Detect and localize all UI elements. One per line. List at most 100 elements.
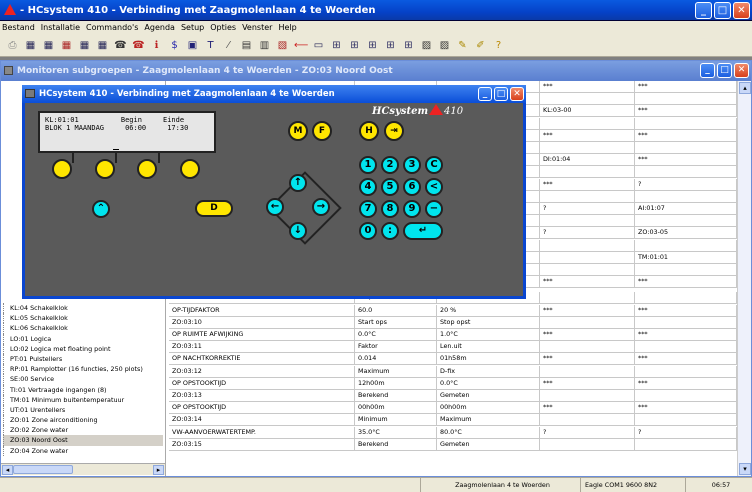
remote-close-button[interactable]: ✕: [510, 87, 524, 101]
table-icon[interactable]: ▤: [240, 39, 253, 52]
close-button[interactable]: ✕: [733, 2, 750, 19]
scroll-up-icon[interactable]: ▴: [739, 82, 751, 94]
tree-item[interactable]: ZO:03 Noord Oost: [3, 435, 163, 446]
enter-arrow-button[interactable]: ⇥: [384, 121, 404, 141]
tree4-icon[interactable]: ⊞: [384, 39, 397, 52]
key-5-button[interactable]: 5: [381, 178, 399, 196]
arrow-down-button[interactable]: ↓: [289, 222, 307, 240]
table-row[interactable]: OP OPSTOOKTIJD 12h00m 0.0°C *** ***: [169, 377, 737, 390]
tree3-icon[interactable]: ⊞: [366, 39, 379, 52]
menu-installatie[interactable]: Installatie: [41, 21, 80, 35]
tree-item[interactable]: ZO:01 Zone airconditioning: [3, 415, 163, 426]
arrow-up-button[interactable]: ↑: [289, 174, 307, 192]
menu-venster[interactable]: Venster: [242, 21, 272, 35]
grid4-icon[interactable]: ▦: [78, 39, 91, 52]
softkey-3-button[interactable]: [137, 159, 157, 179]
phone-icon[interactable]: ☎: [114, 39, 127, 52]
grid2-icon[interactable]: ▦: [42, 39, 55, 52]
softkey-2-button[interactable]: [95, 159, 115, 179]
pencil-icon[interactable]: ✐: [474, 39, 487, 52]
text-icon[interactable]: T: [204, 39, 217, 52]
key-8-button[interactable]: 8: [381, 200, 399, 218]
maximize-button[interactable]: □: [714, 2, 731, 19]
m-button[interactable]: M: [288, 121, 308, 141]
tree-item[interactable]: ZO:04 Zone water: [3, 445, 163, 456]
key-1-button[interactable]: 1: [359, 156, 377, 174]
table-row[interactable]: OP RUIMTE AFWIJKING 0.0°C 1.0°C *** ***: [169, 329, 737, 341]
child-close-button[interactable]: ✕: [734, 63, 749, 78]
disk-icon[interactable]: ▥: [258, 39, 271, 52]
chart-icon[interactable]: ▧: [276, 39, 289, 52]
f-button[interactable]: F: [312, 121, 332, 141]
key-0-button[interactable]: 0: [359, 222, 377, 240]
horizontal-scrollbar[interactable]: ◂ ▸: [1, 463, 165, 475]
tree-item[interactable]: PT:01 Pulstellers: [3, 353, 163, 365]
table-row[interactable]: ZO:03:14 Minimum Maximum: [169, 414, 737, 427]
tools-icon[interactable]: ▨: [420, 39, 433, 52]
tree-item[interactable]: KL:05 Schakelklok: [3, 313, 163, 324]
key-3-button[interactable]: 3: [403, 156, 421, 174]
tree-item[interactable]: KL:06 Schakelklok: [3, 323, 163, 334]
key-minus-button[interactable]: −: [425, 200, 443, 218]
tree-item[interactable]: LO:02 Logica met floating point: [3, 343, 163, 354]
scroll-down-icon[interactable]: ▾: [739, 463, 751, 475]
grid5-icon[interactable]: ▦: [96, 39, 109, 52]
scroll-thumb[interactable]: [13, 465, 73, 474]
key-6-button[interactable]: 6: [403, 178, 421, 196]
tree-item[interactable]: LO:01 Logica: [3, 333, 163, 344]
grid3-icon[interactable]: ▦: [60, 39, 73, 52]
child-minimize-button[interactable]: _: [700, 63, 715, 78]
key-9-button[interactable]: 9: [403, 200, 421, 218]
arrow-left-button[interactable]: ←: [266, 198, 284, 216]
tree-item[interactable]: SE:00 Service: [3, 374, 163, 385]
h-button[interactable]: H: [359, 121, 379, 141]
remote-minimize-button[interactable]: _: [478, 87, 492, 101]
tools2-icon[interactable]: ▨: [438, 39, 451, 52]
menu-help[interactable]: Help: [278, 21, 296, 35]
scroll-left-icon[interactable]: ◂: [2, 465, 13, 475]
table-row[interactable]: ZO:03:11 Faktor Len.uit: [169, 341, 737, 354]
pen-icon[interactable]: ⁄: [222, 39, 235, 52]
table-row[interactable]: OP NACHTKORREKTIE 0.014 01h58m *** ***: [169, 353, 737, 366]
tree-icon[interactable]: ⊞: [330, 39, 343, 52]
gear-icon[interactable]: ✎: [456, 39, 469, 52]
back-icon[interactable]: ⟵: [294, 39, 308, 52]
menu-bestand[interactable]: Bestand: [2, 21, 35, 35]
key-7-button[interactable]: 7: [359, 200, 377, 218]
key-c-button[interactable]: C: [425, 156, 443, 174]
phone2-icon[interactable]: ☎: [132, 39, 145, 52]
window-icon[interactable]: ▣: [186, 39, 199, 52]
vertical-scrollbar[interactable]: ▴ ▾: [737, 81, 751, 476]
key-less-than-button[interactable]: <: [425, 178, 443, 196]
grid-icon[interactable]: ▦: [24, 39, 37, 52]
tree-item[interactable]: TM:01 Minimum buitentemperatuur: [3, 394, 163, 405]
menu-agenda[interactable]: Agenda: [144, 21, 175, 35]
key-colon-button[interactable]: :: [381, 222, 399, 240]
tree-item[interactable]: KL:04 Schakelklok: [3, 303, 163, 314]
menu-setup[interactable]: Setup: [181, 21, 204, 35]
table-row[interactable]: ZO:03:12 Maximum D-fix: [169, 365, 737, 378]
dollar-icon[interactable]: $: [168, 39, 181, 52]
table-row[interactable]: OP-TIJDFAKTOR 60.0 20 % *** ***: [169, 304, 737, 317]
softkey-4-button[interactable]: [180, 159, 200, 179]
table-row[interactable]: ZO:03:10 Start ops Stop opst: [169, 316, 737, 329]
print-icon[interactable]: ⎙: [6, 39, 19, 52]
remote-maximize-button[interactable]: □: [494, 87, 508, 101]
up-arrow-button[interactable]: ⌃: [92, 200, 110, 218]
tree-item[interactable]: TI:01 Vertraagde ingangen (8): [3, 384, 163, 395]
softkey-1-button[interactable]: [52, 159, 72, 179]
arrow-right-button[interactable]: →: [312, 198, 330, 216]
help-icon[interactable]: ?: [492, 39, 505, 52]
tree-item[interactable]: RP:01 Ramplotter (16 functies, 250 plots…: [3, 364, 163, 375]
key-4-button[interactable]: 4: [359, 178, 377, 196]
table-row[interactable]: OP OPSTOOKTIJD 00h00m 00h00m *** ***: [169, 402, 737, 415]
child-maximize-button[interactable]: □: [717, 63, 732, 78]
tree2-icon[interactable]: ⊞: [348, 39, 361, 52]
table-row[interactable]: VW-AANVOERWATERTEMP. 35.0°C 80.0°C??: [169, 426, 737, 439]
tree-item[interactable]: UT:01 Urentellers: [3, 404, 163, 416]
tree-item[interactable]: ZO:02 Zone water: [3, 425, 163, 436]
minimize-button[interactable]: _: [695, 2, 712, 19]
table-row[interactable]: ZO:03:13 Berekend Gemeten: [169, 390, 737, 402]
d-button[interactable]: D: [195, 200, 233, 217]
enter-button[interactable]: ↵: [403, 222, 443, 240]
